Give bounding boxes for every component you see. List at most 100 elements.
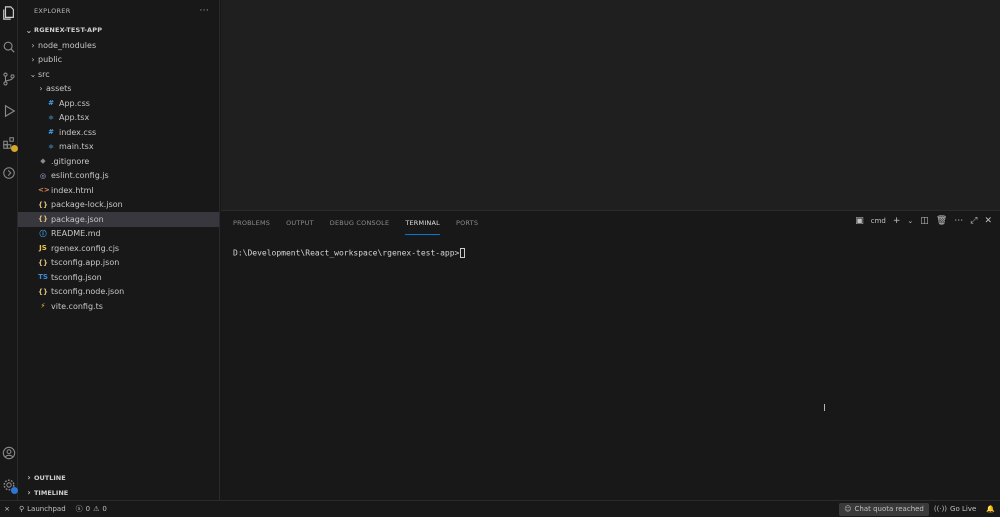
panel-actions: ▣ cmd + ⌄ ◫ 🗑 ⋯ ⤢ ✕ (855, 216, 992, 226)
activity-bar (0, 0, 18, 500)
chevron-right-icon: › (31, 55, 35, 65)
file-row[interactable]: {} package-lock.json (18, 198, 219, 213)
close-icon[interactable]: ✕ (984, 216, 992, 226)
timeline-section[interactable]: › TIMELINE (18, 485, 220, 500)
tree-item-label: package-lock.json (51, 200, 123, 210)
tree-item-label: .gitignore (51, 156, 90, 166)
status-right: ☺ Chat quota reached ((·)) Go Live 🔔 (839, 501, 1000, 517)
bottom-panel: PROBLEMS OUTPUT DEBUG CONSOLE TERMINAL PORTS… (221, 210, 1000, 500)
timeline-extension-icon[interactable] (2, 166, 16, 180)
warning-icon: ⚠ (93, 505, 100, 513)
extensions-badge (11, 145, 18, 152)
chevron-right-icon: › (31, 40, 35, 50)
file-row[interactable]: JS rgenex.config.cjs (18, 241, 219, 256)
tree-item-label: public (38, 55, 63, 65)
trash-icon[interactable]: 🗑 (936, 216, 947, 226)
file-row[interactable]: ◎ eslint.config.js (18, 169, 219, 184)
tab-debug-console[interactable]: DEBUG CONSOLE (330, 211, 390, 235)
bell-icon: 🔔 (986, 505, 995, 513)
error-icon: ⓧ (75, 505, 83, 513)
split-terminal-icon[interactable]: ◫ (920, 216, 929, 226)
run-debug-icon[interactable] (2, 104, 16, 118)
search-icon[interactable] (2, 40, 16, 54)
terminal-output[interactable]: D:\Development\React_workspace\rgenex-te… (233, 248, 466, 258)
chevron-right-icon: › (27, 488, 31, 497)
tree-item-label: rgenex.config.cjs (51, 243, 120, 253)
extensions-icon[interactable] (2, 136, 18, 152)
tab-output[interactable]: OUTPUT (286, 211, 314, 235)
editor-area[interactable] (221, 0, 1000, 210)
file-row[interactable]: <> index.html (18, 183, 219, 198)
account-icon[interactable] (2, 446, 16, 460)
file-row[interactable]: {} package.json (18, 212, 219, 227)
explorer-title: EXPLORER (34, 7, 71, 15)
chevron-down-icon: ⌄ (29, 69, 37, 79)
more-actions-icon[interactable]: ··· (200, 6, 209, 16)
react-file-icon: ⚛ (47, 113, 55, 122)
file-row[interactable]: ⚛ App.tsx (18, 111, 219, 126)
settings-gear-icon[interactable] (2, 478, 18, 494)
go-live-item[interactable]: ((·)) Go Live (929, 501, 981, 517)
file-row[interactable]: ◆ .gitignore (18, 154, 219, 169)
go-live-label: Go Live (950, 505, 977, 513)
explorer-icon[interactable] (2, 6, 16, 20)
tree-item-label: node_modules (38, 40, 97, 50)
launchpad-label: Launchpad (27, 505, 66, 513)
file-row[interactable]: {} tsconfig.node.json (18, 285, 219, 300)
explorer-sidebar: EXPLORER ··· ⌄ RGENEX-TEST-APP › node_mod… (18, 0, 220, 500)
timeline-label: TIMELINE (34, 488, 69, 497)
chevron-down-icon[interactable]: ⌄ (907, 217, 913, 225)
info-file-icon: ⓘ (39, 229, 47, 238)
terminal-prompt: D:\Development\React_workspace\rgenex-te… (233, 248, 460, 258)
git-file-icon: ◆ (40, 157, 46, 166)
source-control-icon[interactable] (2, 72, 16, 86)
tab-ports[interactable]: PORTS (456, 211, 478, 235)
outline-section[interactable]: › OUTLINE (18, 470, 220, 485)
file-row[interactable]: ⓘ README.md (18, 227, 219, 242)
tab-terminal[interactable]: TERMINAL (405, 211, 440, 235)
error-count: 0 (85, 505, 91, 513)
remote-indicator[interactable]: ⨯ (0, 501, 14, 517)
ts-file-icon: TS (38, 273, 48, 282)
file-row[interactable]: # index.css (18, 125, 219, 140)
file-row[interactable]: ⚡ vite.config.ts (18, 299, 219, 314)
chevron-right-icon: › (27, 473, 31, 482)
js-file-icon: JS (39, 244, 47, 253)
launchpad-item[interactable]: ⚲ Launchpad (14, 501, 71, 517)
tree-item-label: index.html (51, 185, 94, 195)
chat-quota-label: Chat quota reached (854, 505, 924, 513)
project-root[interactable]: ⌄ RGENEX-TEST-APP (18, 22, 219, 38)
file-row[interactable]: {} tsconfig.app.json (18, 256, 219, 271)
tab-problems[interactable]: PROBLEMS (233, 211, 270, 235)
terminal-name[interactable]: cmd (871, 217, 886, 225)
tree-item-label: tsconfig.app.json (51, 258, 120, 268)
html-file-icon: <> (38, 186, 50, 195)
tree-item-label: index.css (59, 127, 97, 137)
json-file-icon: {} (38, 200, 48, 209)
mouse-cursor-icon: I (823, 403, 826, 414)
terminal-icon[interactable]: ▣ (855, 216, 864, 226)
json-file-icon: {} (38, 287, 48, 296)
json-file-icon: {} (38, 215, 48, 224)
new-terminal-icon[interactable]: + (893, 216, 901, 226)
folder-row[interactable]: › assets (18, 82, 219, 97)
folder-row[interactable]: ⌄ src (18, 67, 219, 82)
folder-row[interactable]: › public (18, 53, 219, 68)
file-row[interactable]: ⚛ main.tsx (18, 140, 219, 155)
settings-badge (11, 487, 18, 494)
warning-count: 0 (102, 505, 107, 513)
tree-item-label: App.tsx (59, 113, 90, 123)
folder-row[interactable]: › node_modules (18, 38, 219, 53)
file-row[interactable]: # App.css (18, 96, 219, 111)
more-actions-icon[interactable]: ⋯ (954, 216, 963, 226)
problems-item[interactable]: ⓧ 0 ⚠ 0 (71, 501, 112, 517)
chat-quota-item[interactable]: ☺ Chat quota reached (839, 502, 929, 516)
tree-item-label: src (38, 69, 50, 79)
notifications-item[interactable]: 🔔 (981, 501, 1000, 517)
maximize-panel-icon[interactable]: ⤢ (970, 216, 977, 226)
tree-item-label: assets (46, 84, 72, 94)
file-row[interactable]: TS tsconfig.json (18, 270, 219, 285)
eslint-file-icon: ◎ (39, 171, 47, 180)
chevron-down-icon: ⌄ (25, 25, 33, 35)
panel-tabs: PROBLEMS OUTPUT DEBUG CONSOLE TERMINAL PORTS (233, 211, 478, 235)
